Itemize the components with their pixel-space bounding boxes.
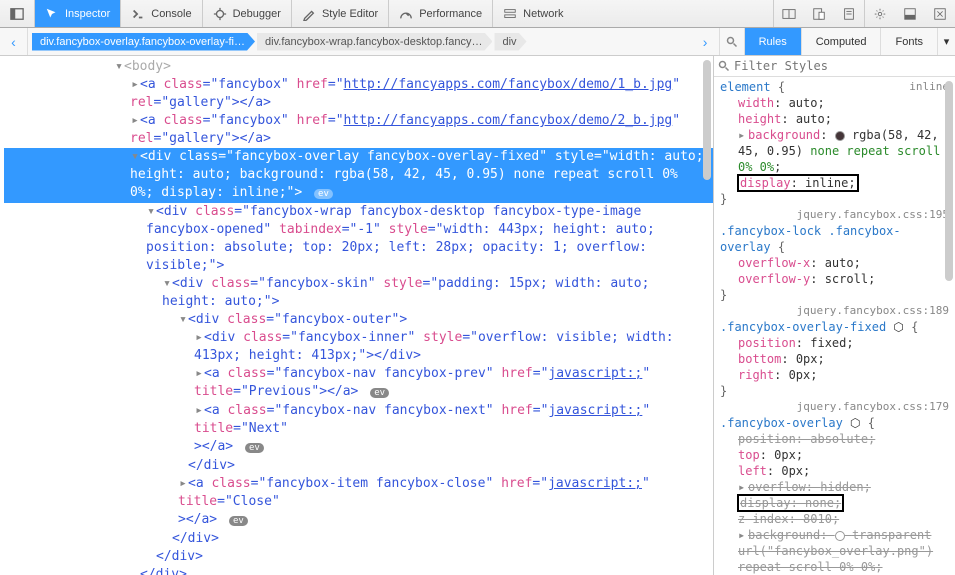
- scratchpad-icon: [842, 7, 856, 21]
- close-button[interactable]: [925, 0, 955, 27]
- rule-source-link[interactable]: jquery.fancybox.css:189: [720, 303, 949, 319]
- breadcrumb-item-1[interactable]: div.fancybox-overlay.fancybox-overlay-fi…: [32, 33, 255, 51]
- nav-back-button[interactable]: ‹: [0, 28, 28, 55]
- responsive-button[interactable]: [804, 0, 834, 27]
- debugger-icon: [213, 7, 227, 21]
- dock-icon: [903, 7, 917, 21]
- tab-inspector[interactable]: Inspector: [35, 0, 120, 27]
- rules-panel: element {inline width: auto; height: aut…: [713, 56, 955, 575]
- search-icon: [726, 36, 738, 48]
- tab-debugger[interactable]: Debugger: [203, 0, 291, 27]
- side-tab-computed[interactable]: Computed: [801, 28, 881, 55]
- scratchpad-button[interactable]: [834, 0, 864, 27]
- side-tab-fonts[interactable]: Fonts: [880, 28, 937, 55]
- style-editor-icon: [302, 7, 316, 21]
- side-tab-overflow[interactable]: ▾: [937, 28, 955, 55]
- close-icon: [933, 7, 947, 21]
- rules-list[interactable]: element {inline width: auto; height: aut…: [714, 77, 955, 575]
- panel-icon: [10, 7, 24, 21]
- split-icon: [782, 7, 796, 21]
- tab-performance[interactable]: Performance: [389, 0, 492, 27]
- tab-console[interactable]: Console: [121, 0, 201, 27]
- breadcrumb-bar: ‹ div.fancybox-overlay.fancybox-overlay-…: [0, 28, 955, 56]
- console-icon: [131, 7, 145, 21]
- inspector-icon: [45, 7, 59, 21]
- scrollbar-thumb[interactable]: [703, 60, 711, 180]
- scrollbar-thumb[interactable]: [945, 81, 953, 281]
- toggle-pane-button[interactable]: [0, 0, 34, 27]
- selected-node: ▾<div class="fancybox-overlay fancybox-o…: [4, 148, 713, 203]
- tab-network[interactable]: Network: [493, 0, 573, 27]
- dock-button[interactable]: [895, 0, 925, 27]
- devtools-toolbar: Inspector Console Debugger Style Editor …: [0, 0, 955, 28]
- breadcrumb-item-2[interactable]: div.fancybox-wrap.fancybox-desktop.fancy…: [257, 33, 492, 51]
- nav-forward-button[interactable]: ›: [692, 28, 720, 55]
- rule-source-link[interactable]: jquery.fancybox.css:195: [720, 207, 949, 223]
- performance-icon: [399, 7, 413, 21]
- search-icon: [718, 60, 730, 72]
- split-view-button[interactable]: [774, 0, 804, 27]
- filter-styles-input[interactable]: [734, 59, 951, 73]
- gear-icon: [873, 7, 887, 21]
- settings-button[interactable]: [865, 0, 895, 27]
- responsive-icon: [812, 7, 826, 21]
- dom-search-button[interactable]: [720, 28, 744, 55]
- tab-style-editor[interactable]: Style Editor: [292, 0, 388, 27]
- dom-tree[interactable]: ▾<body> ▸<a class="fancybox" href="http:…: [0, 56, 713, 575]
- side-tab-rules[interactable]: Rules: [744, 28, 801, 55]
- breadcrumb-item-3[interactable]: div: [494, 33, 526, 51]
- rule-source-link[interactable]: jquery.fancybox.css:179: [720, 399, 949, 415]
- network-icon: [503, 7, 517, 21]
- breadcrumb: div.fancybox-overlay.fancybox-overlay-fi…: [28, 28, 692, 55]
